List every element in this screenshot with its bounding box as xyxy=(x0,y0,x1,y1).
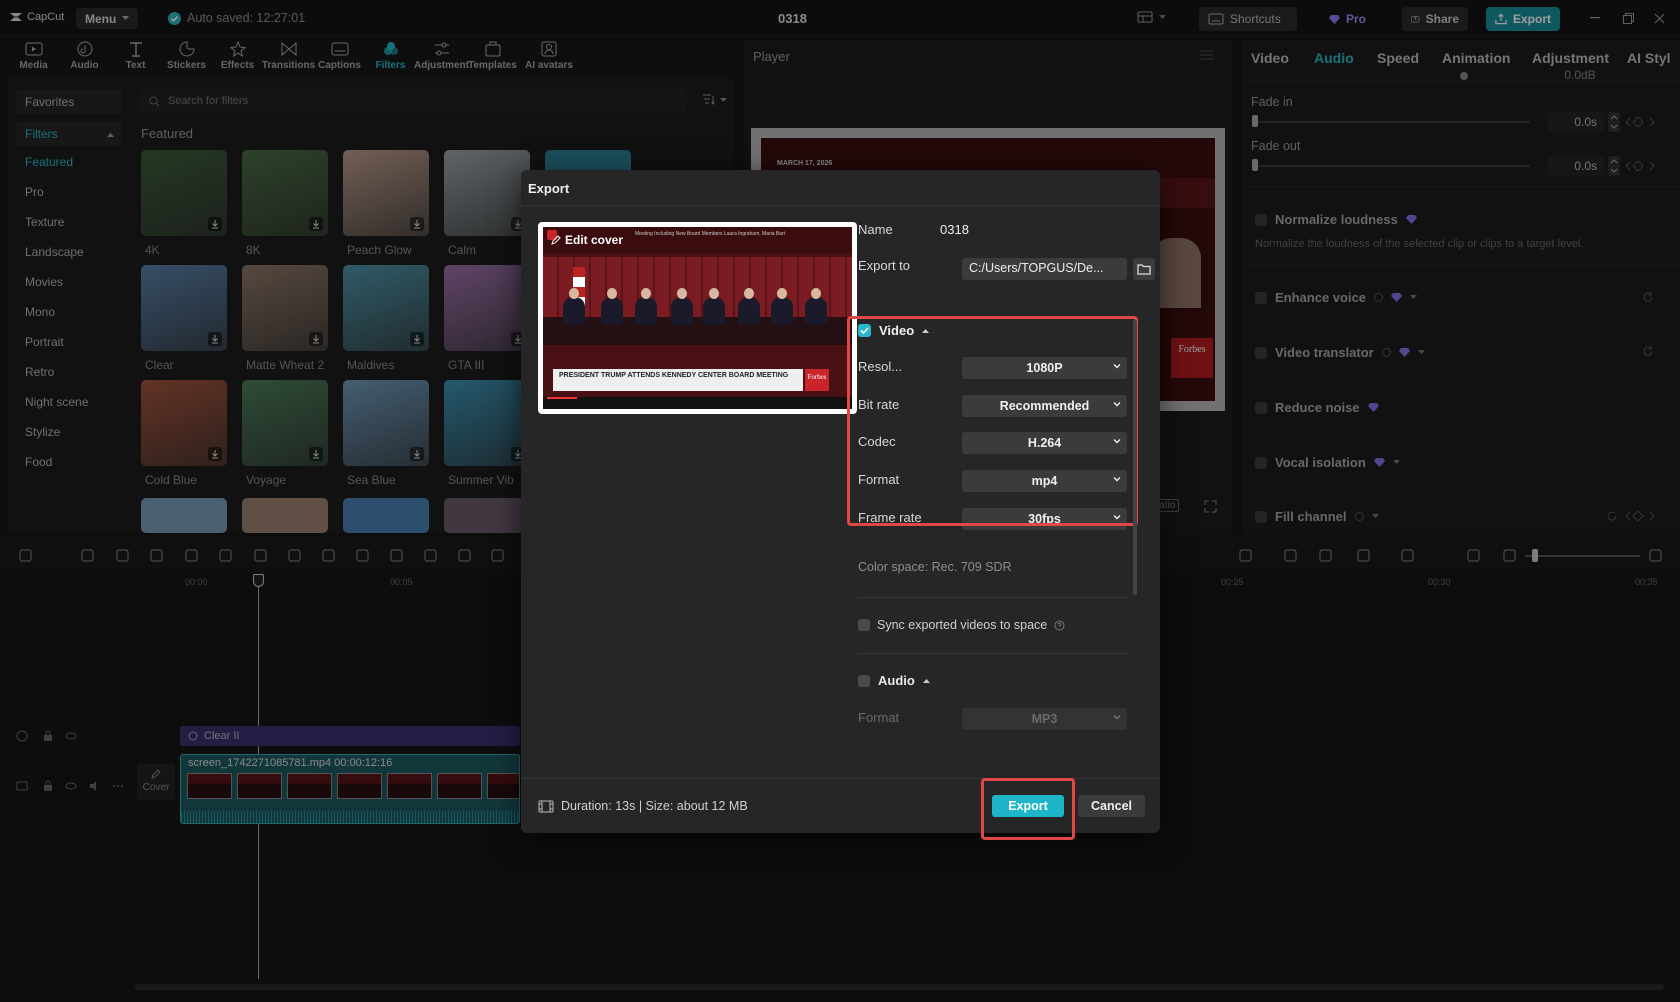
cover-person xyxy=(601,288,623,325)
cover-caption: PRESIDENT TRUMP ATTENDS KENNEDY CENTER B… xyxy=(553,369,803,391)
cover-person xyxy=(563,288,585,325)
cover-person xyxy=(805,288,827,325)
pencil-icon xyxy=(551,235,561,245)
name-label: Name xyxy=(858,222,893,237)
cover-person-head xyxy=(777,288,787,299)
chevron-down-icon xyxy=(1113,715,1121,720)
cover-headline: Meeting Including New Board Members Laur… xyxy=(635,231,785,237)
browse-folder-button[interactable] xyxy=(1133,258,1155,280)
video-settings-highlight xyxy=(847,316,1138,526)
help-icon[interactable] xyxy=(1054,620,1065,631)
cover-progress xyxy=(547,397,577,399)
cover-person xyxy=(738,288,760,325)
dialog-title: Export xyxy=(528,181,570,196)
sync-label: Sync exported videos to space xyxy=(877,618,1048,632)
name-input[interactable]: 0318 xyxy=(940,222,969,237)
cover-brand-badge: Forbes xyxy=(805,369,829,391)
cover-person-head xyxy=(569,288,579,299)
cover-person-head xyxy=(607,288,617,299)
cover-controls xyxy=(543,397,852,409)
dialog-header-divider xyxy=(521,205,1160,206)
cover-frame: Edit cover Meeting Including New Board M… xyxy=(543,227,852,409)
audio-checkbox[interactable] xyxy=(858,674,870,687)
cover-person-head xyxy=(811,288,821,299)
film-icon xyxy=(538,800,554,812)
cover-person-head xyxy=(744,288,754,299)
cover-person xyxy=(671,288,693,325)
cover-person-head xyxy=(677,288,687,299)
export-path-input[interactable]: C:/Users/TOPGUS/De... xyxy=(962,258,1127,280)
folder-icon xyxy=(1137,264,1151,275)
divider xyxy=(858,597,1128,598)
sync-checkbox[interactable] xyxy=(858,619,870,631)
export-info: Duration: 13s | Size: about 12 MB xyxy=(538,799,748,813)
cancel-button[interactable]: Cancel xyxy=(1078,795,1145,817)
divider xyxy=(858,653,1128,654)
export-button-highlight xyxy=(981,778,1075,840)
export-dialog: Export Edit cover Meeting Including New … xyxy=(521,170,1160,840)
color-space-text: Color space: Rec. 709 SDR xyxy=(858,560,1012,574)
footer-info-text: Duration: 13s | Size: about 12 MB xyxy=(561,799,748,813)
audio-format-select[interactable]: MP3 xyxy=(962,708,1127,730)
chevron-up-icon xyxy=(922,679,930,683)
edit-cover-label: Edit cover xyxy=(565,233,624,247)
audio-section-toggle[interactable]: Audio xyxy=(858,673,930,688)
audio-format-value: MP3 xyxy=(1031,712,1058,726)
dialog-scrollbar[interactable] xyxy=(1133,320,1137,595)
edit-cover-button[interactable]: Edit cover xyxy=(551,233,623,247)
cover-person-head xyxy=(641,288,651,299)
cover-preview[interactable]: Edit cover Meeting Including New Board M… xyxy=(538,222,857,414)
audio-section-label: Audio xyxy=(878,673,915,688)
export-to-label: Export to xyxy=(858,258,911,273)
sync-option[interactable]: Sync exported videos to space xyxy=(858,618,1065,632)
cover-person xyxy=(635,288,657,325)
cover-person-head xyxy=(709,288,719,299)
cover-person xyxy=(703,288,725,325)
audio-format-label: Format xyxy=(858,710,900,725)
cover-person xyxy=(771,288,793,325)
